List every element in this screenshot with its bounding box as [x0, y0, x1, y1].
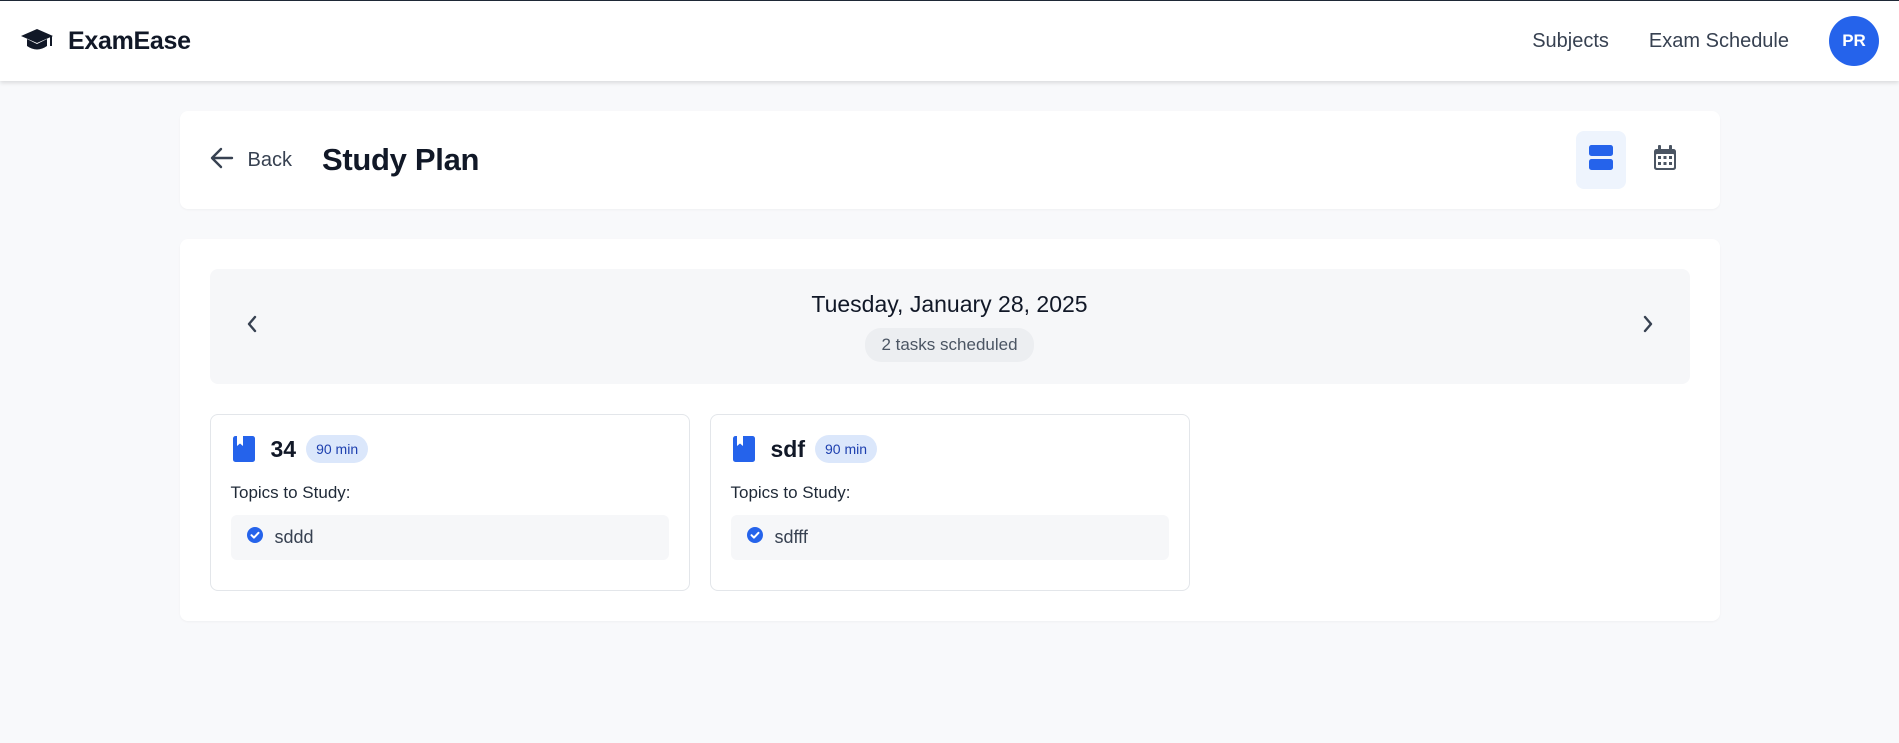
- date-navigator: Tuesday, January 28, 2025 2 tasks schedu…: [209, 269, 1690, 384]
- avatar[interactable]: PR: [1829, 16, 1879, 66]
- topic-text: sdfff: [774, 527, 808, 547]
- list-view-icon: [1588, 144, 1613, 176]
- topic-item: sddd: [230, 515, 669, 560]
- current-date: Tuesday, January 28, 2025: [811, 291, 1088, 317]
- book-icon: [731, 435, 757, 463]
- calendar-icon: [1653, 144, 1677, 176]
- top-navbar: ExamEase Subjects Exam Schedule PR: [0, 1, 1899, 81]
- previous-day-button[interactable]: [240, 315, 264, 339]
- nav-link-subjects[interactable]: Subjects: [1532, 30, 1609, 53]
- task-list: 34 90 min Topics to Study: sddd sdf 90 m…: [209, 414, 1690, 591]
- next-day-button[interactable]: [1636, 315, 1660, 339]
- task-card[interactable]: sdf 90 min Topics to Study: sdfff: [709, 414, 1190, 591]
- topics-label: Topics to Study:: [730, 483, 851, 502]
- topic-item: sdfff: [730, 515, 1169, 560]
- chevron-left-icon: [246, 315, 258, 338]
- view-toggle: [1575, 131, 1690, 189]
- arrow-left-icon: [210, 147, 234, 174]
- task-count-badge: 2 tasks scheduled: [865, 328, 1034, 362]
- duration-badge: 90 min: [815, 435, 878, 463]
- chevron-right-icon: [1642, 315, 1654, 338]
- brand[interactable]: ExamEase: [20, 26, 191, 56]
- graduation-cap-icon: [20, 26, 58, 56]
- back-label: Back: [247, 148, 292, 171]
- check-circle-icon: [246, 527, 263, 548]
- check-circle-icon: [746, 527, 763, 548]
- calendar-view-button[interactable]: [1640, 131, 1690, 189]
- back-button[interactable]: Back: [210, 147, 292, 174]
- duration-badge: 90 min: [306, 435, 369, 463]
- task-subject: 34: [270, 435, 297, 462]
- task-subject: sdf: [770, 435, 806, 462]
- nav-link-exam-schedule[interactable]: Exam Schedule: [1649, 30, 1789, 53]
- main-container: Back Study Plan Tuesday, January 28, 202…: [179, 81, 1720, 621]
- page-title: Study Plan: [321, 142, 480, 177]
- page-header: Back Study Plan: [179, 111, 1720, 209]
- brand-name: ExamEase: [68, 26, 191, 55]
- list-view-button[interactable]: [1575, 131, 1626, 189]
- topic-text: sddd: [274, 527, 314, 547]
- topics-label: Topics to Study:: [230, 483, 351, 502]
- book-icon: [231, 435, 257, 463]
- task-card[interactable]: 34 90 min Topics to Study: sddd: [209, 414, 690, 591]
- study-plan-content: Tuesday, January 28, 2025 2 tasks schedu…: [179, 239, 1720, 621]
